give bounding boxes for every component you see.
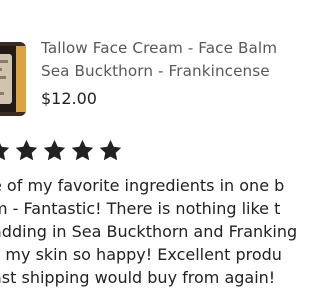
product-card[interactable]: Tallow Face Cream - Face Balm Sea Buckth… <box>0 0 300 125</box>
review-text-line: ast shipping would buy from again! <box>0 268 276 287</box>
product-jar-icon <box>0 40 28 118</box>
review-text-line: e of my favorite ingredients in one b <box>0 176 285 195</box>
product-price: $12.00 <box>41 89 97 108</box>
product-title-line: Sea Buckthorn - Frankincense <box>41 62 270 80</box>
product-title[interactable]: Tallow Face Cream - Face Balm Sea Buckth… <box>41 37 300 83</box>
review-text: e of my favorite ingredients in one b m … <box>0 174 320 289</box>
star-icon <box>98 138 123 163</box>
review-rating-stars <box>0 138 126 164</box>
star-icon <box>70 138 95 163</box>
product-thumbnail[interactable] <box>0 40 28 118</box>
review-text-line: m - Fantastic! There is nothing like t <box>0 199 281 218</box>
star-icon <box>14 138 39 163</box>
star-icon <box>0 138 11 163</box>
product-title-line: Tallow Face Cream - Face Balm <box>41 39 278 57</box>
review-text-line: adding in Sea Buckthorn and Franking <box>0 222 298 241</box>
review-text-line: s my skin so happy! Excellent produ <box>0 245 282 264</box>
star-icon <box>42 138 67 163</box>
